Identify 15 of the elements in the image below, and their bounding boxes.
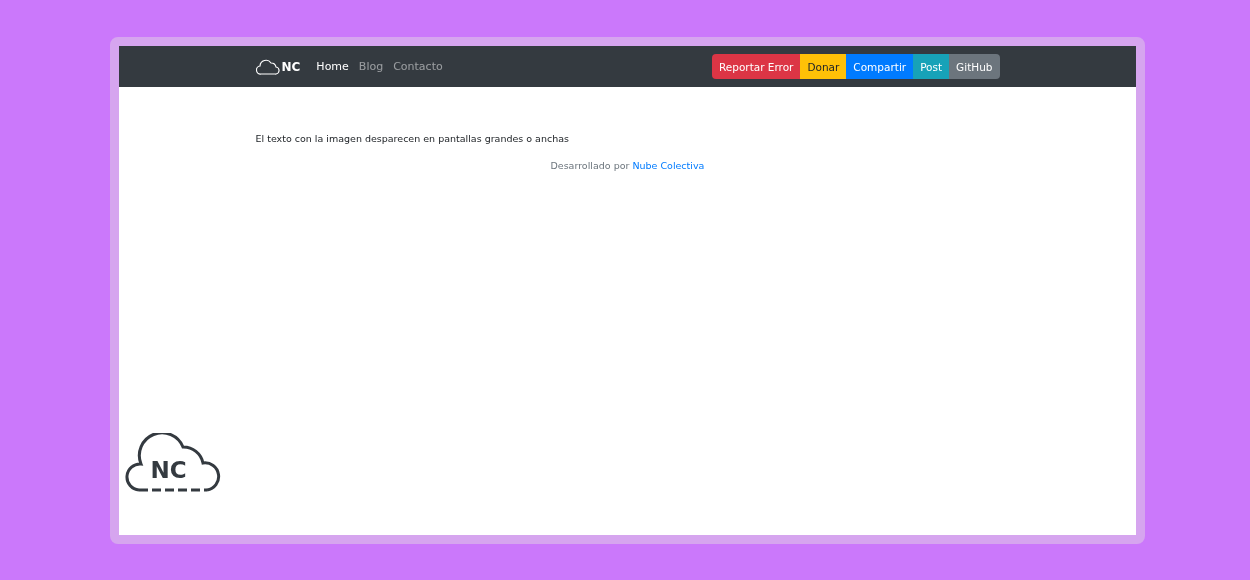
nav-button[interactable]: Post	[913, 54, 950, 79]
nav-link[interactable]: Contacto	[393, 60, 443, 73]
cloud-icon	[255, 58, 280, 75]
nav-button[interactable]: GitHub	[949, 54, 1000, 79]
nav-link[interactable]: Blog	[358, 60, 384, 73]
nav-link[interactable]: Home	[316, 60, 349, 73]
credit-text: Desarrollado por Nube Colectiva	[550, 160, 706, 171]
message-text: El texto con la imagen desparecen en pantallas grandes o anchas	[255, 133, 570, 144]
nav-button[interactable]: Donar	[800, 54, 847, 79]
brand-name[interactable]: NC	[281, 59, 301, 74]
cloud-icon	[124, 433, 221, 493]
logo-text: NC	[150, 457, 187, 483]
credit-link[interactable]: Nube Colectiva	[632, 160, 705, 171]
nav-button[interactable]: Compartir	[846, 54, 914, 79]
nav-button[interactable]: Reportar Error	[711, 54, 801, 79]
